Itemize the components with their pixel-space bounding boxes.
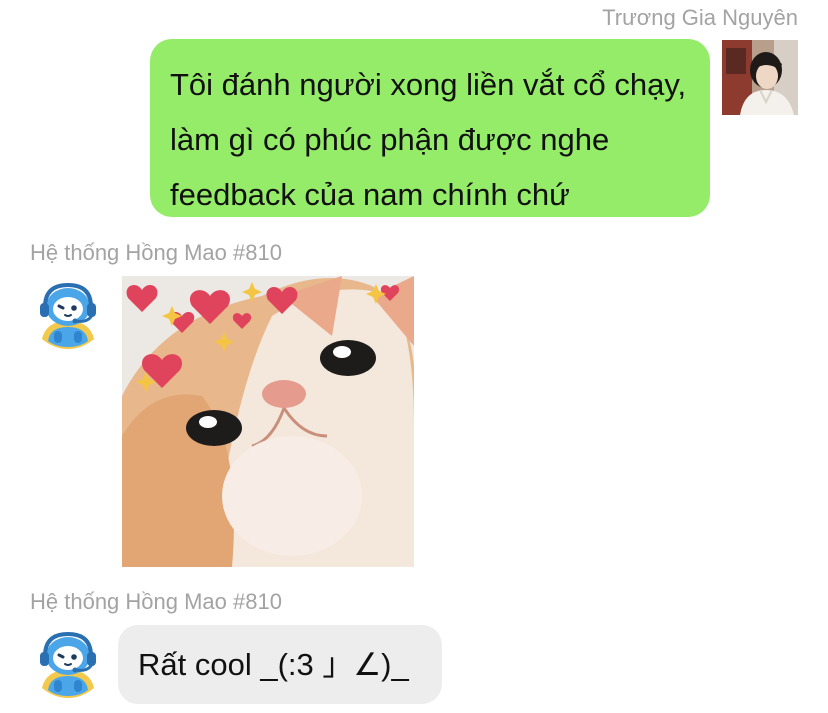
sender-name-bot: Hệ thống Hồng Mao #810 — [30, 589, 282, 614]
robot-headset-icon — [34, 279, 102, 349]
bot-avatar[interactable] — [32, 626, 104, 698]
bot-avatar[interactable] — [32, 277, 104, 349]
cat-photo — [122, 276, 414, 567]
outgoing-message-bubble[interactable]: Tôi đánh người xong liền vắt cổ chạy, là… — [150, 39, 710, 217]
sender-name-bot: Hệ thống Hồng Mao #810 — [30, 240, 282, 265]
user-avatar[interactable] — [722, 40, 798, 115]
incoming-message-bubble[interactable]: Rất cool _(:3 」∠)_ — [118, 625, 442, 704]
cat-closeup-hearts-image[interactable] — [122, 276, 414, 567]
robot-headset-icon — [34, 628, 102, 698]
sender-name-user: Trương Gia Nguyên — [602, 5, 798, 30]
user-avatar-photo — [722, 40, 798, 115]
